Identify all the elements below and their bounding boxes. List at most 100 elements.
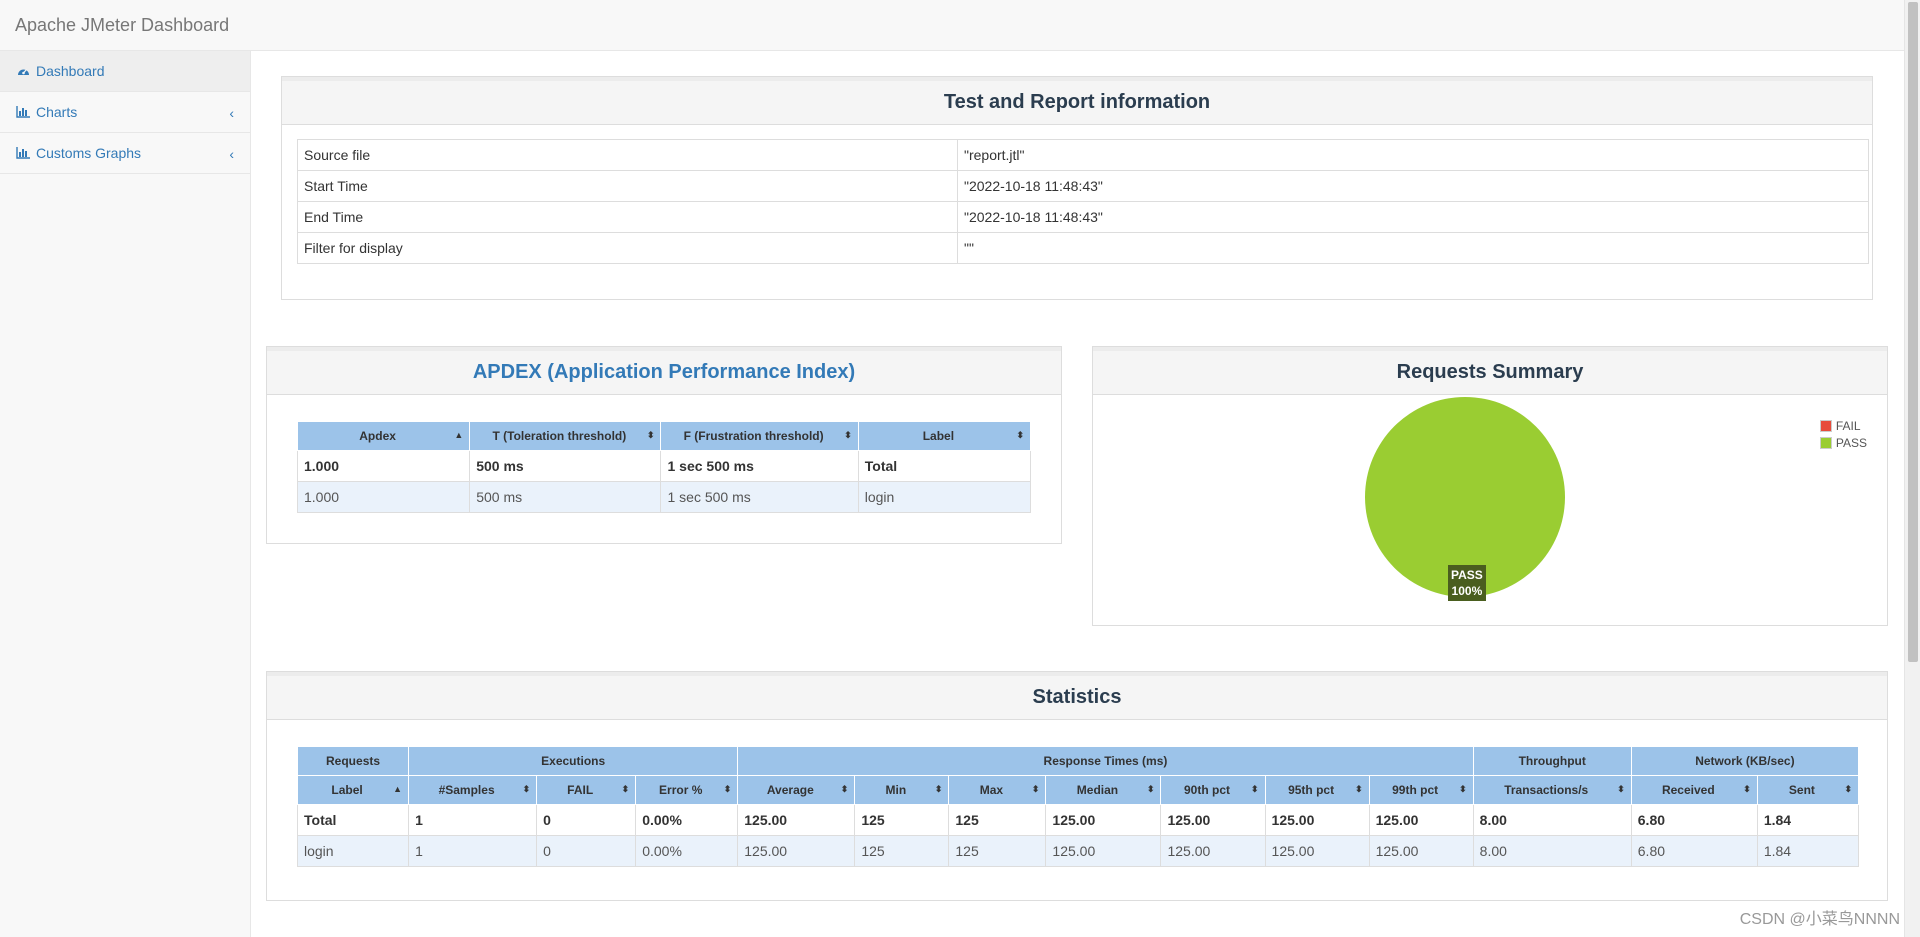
sort-icon[interactable]: ⬍ bbox=[1147, 784, 1155, 795]
sort-icon[interactable]: ⬍ bbox=[1032, 784, 1040, 795]
table-cell: 8.00 bbox=[1472, 804, 1632, 836]
table-cell: 0 bbox=[536, 804, 637, 836]
sort-icon[interactable]: ⬍ bbox=[1251, 784, 1259, 795]
column-header-label: Average bbox=[766, 783, 814, 797]
column-header[interactable]: Apdex ▲ bbox=[296, 421, 471, 451]
sort-icon[interactable]: ⬍ bbox=[1459, 784, 1467, 795]
sidebar-item-customs-graphs[interactable]: Customs Graphs ‹ bbox=[0, 133, 250, 174]
column-header-label: FAIL bbox=[567, 783, 594, 797]
table-row: login 1 0 0.00% 125.00 125 125 125.00 125.00 125.… bbox=[296, 835, 1860, 867]
column-header[interactable]: Median ⬍ bbox=[1045, 775, 1162, 805]
table-row: Total 1 0 0.00% 125.00 125 125 125.00 125.00 125.… bbox=[296, 804, 1860, 836]
sort-asc-icon[interactable]: ▲ bbox=[393, 784, 402, 794]
sort-icon[interactable]: ⬍ bbox=[1617, 784, 1625, 795]
table-cell: 6.80 bbox=[1630, 804, 1758, 836]
column-header-label: Median bbox=[1076, 783, 1119, 797]
table-cell: 1.84 bbox=[1756, 835, 1860, 867]
sort-icon[interactable]: ⬍ bbox=[935, 784, 943, 795]
bar-chart-icon bbox=[16, 146, 30, 160]
column-header-label: Min bbox=[885, 783, 907, 797]
report-info-table: Source file "report.jtl" Start Time "2022-1… bbox=[297, 139, 1869, 264]
panel-title: Requests Summary bbox=[1093, 347, 1887, 395]
column-header[interactable]: 95th pct ⬍ bbox=[1264, 775, 1370, 805]
report-info-panel: Test and Report information Source file "… bbox=[281, 76, 1873, 300]
sort-icon[interactable]: ⬍ bbox=[844, 430, 852, 441]
sort-icon[interactable]: ⬍ bbox=[724, 784, 732, 795]
column-header[interactable]: 99th pct ⬍ bbox=[1368, 775, 1474, 805]
table-cell: 125 bbox=[948, 804, 1047, 836]
table-cell: Total bbox=[857, 450, 1032, 482]
sort-icon[interactable]: ⬍ bbox=[622, 784, 630, 795]
sidebar-item-charts[interactable]: Charts ‹ bbox=[0, 92, 250, 133]
column-header[interactable]: Min ⬍ bbox=[854, 775, 950, 805]
pie-slice-percent: 100% bbox=[1451, 584, 1483, 598]
panel-title: Statistics bbox=[267, 672, 1887, 720]
column-header[interactable]: Received ⬍ bbox=[1630, 775, 1758, 805]
sort-icon[interactable]: ⬍ bbox=[841, 784, 849, 795]
table-row: 1.000 500 ms 1 sec 500 ms login bbox=[296, 481, 1032, 513]
requests-summary-panel: Requests Summary FAIL PASS PASS 100% bbox=[1092, 346, 1888, 626]
info-key: Filter for display bbox=[297, 232, 958, 264]
app-title[interactable]: Apache JMeter Dashboard bbox=[15, 15, 229, 36]
bar-chart-icon bbox=[16, 105, 30, 119]
column-header[interactable]: Error % ⬍ bbox=[635, 775, 739, 805]
table-cell: 1 bbox=[408, 804, 538, 836]
pie-slice-name: PASS bbox=[1451, 568, 1483, 582]
sidebar-item-label: Customs Graphs bbox=[36, 145, 142, 161]
chevron-left-icon[interactable]: ‹ bbox=[229, 146, 234, 162]
sidebar-item-dashboard[interactable]: Dashboard bbox=[0, 51, 250, 92]
sort-icon[interactable]: ⬍ bbox=[523, 784, 531, 795]
scrollbar-thumb[interactable] bbox=[1908, 2, 1918, 662]
column-header-label: 90th pct bbox=[1184, 783, 1231, 797]
chevron-left-icon[interactable]: ‹ bbox=[229, 105, 234, 121]
dashboard-icon bbox=[16, 64, 30, 78]
watermark: CSDN @小菜鸟NNNN bbox=[1739, 911, 1900, 928]
sort-icon[interactable]: ⬍ bbox=[1844, 784, 1852, 795]
sort-asc-icon[interactable]: ▲ bbox=[454, 430, 463, 440]
table-row: End Time "2022-10-18 11:48:43" bbox=[297, 201, 1869, 233]
panel-title: Test and Report information bbox=[282, 77, 1872, 125]
column-header[interactable]: Label ▲ bbox=[296, 775, 410, 805]
table-cell: 125.00 bbox=[737, 804, 856, 836]
apdex-table: Apdex ▲ T (Toleration threshold) ⬍ F (Frustr… bbox=[296, 421, 1032, 513]
sort-icon[interactable]: ⬍ bbox=[1355, 784, 1363, 795]
column-header-label: 95th pct bbox=[1288, 783, 1335, 797]
column-header[interactable]: 90th pct ⬍ bbox=[1160, 775, 1266, 805]
column-header[interactable]: #Samples ⬍ bbox=[408, 775, 538, 805]
column-header-label: Apdex bbox=[359, 429, 396, 443]
column-header-label: T (Toleration threshold) bbox=[492, 429, 627, 443]
table-cell: 125 bbox=[854, 804, 950, 836]
table-row: Start Time "2022-10-18 11:48:43" bbox=[297, 170, 1869, 202]
column-header-label: Error % bbox=[659, 783, 703, 797]
page-scrollbar[interactable] bbox=[1904, 0, 1920, 937]
column-header[interactable]: Transactions/s ⬍ bbox=[1472, 775, 1632, 805]
top-navbar: Apache JMeter Dashboard bbox=[0, 0, 1904, 51]
column-header-label: Label bbox=[922, 429, 955, 443]
column-header[interactable]: Label ⬍ bbox=[857, 421, 1032, 451]
statistics-panel: Statistics Requests Executions Response Ti… bbox=[266, 671, 1888, 901]
table-cell: 1 bbox=[408, 835, 538, 867]
table-cell: 125.00 bbox=[1264, 835, 1370, 867]
sidebar-item-label: Dashboard bbox=[36, 63, 105, 79]
table-cell: 500 ms bbox=[469, 481, 662, 513]
table-cell: 8.00 bbox=[1472, 835, 1632, 867]
sort-icon[interactable]: ⬍ bbox=[1016, 430, 1024, 441]
table-cell: 125.00 bbox=[737, 835, 856, 867]
column-header[interactable]: Average ⬍ bbox=[737, 775, 856, 805]
column-header[interactable]: Max ⬍ bbox=[948, 775, 1047, 805]
info-key: End Time bbox=[297, 201, 958, 233]
pie-chart[interactable] bbox=[1093, 397, 1889, 627]
column-header-label: Label bbox=[331, 783, 363, 797]
table-cell: 6.80 bbox=[1630, 835, 1758, 867]
column-header[interactable]: T (Toleration threshold) ⬍ bbox=[469, 421, 662, 451]
sort-icon[interactable]: ⬍ bbox=[647, 430, 655, 441]
column-header[interactable]: FAIL ⬍ bbox=[536, 775, 637, 805]
table-cell: 1.84 bbox=[1756, 804, 1860, 836]
sort-icon[interactable]: ⬍ bbox=[1743, 784, 1751, 795]
table-cell: 125 bbox=[854, 835, 950, 867]
info-value: "report.jtl" bbox=[957, 139, 1869, 171]
table-cell: 125.00 bbox=[1368, 835, 1474, 867]
column-header[interactable]: Sent ⬍ bbox=[1756, 775, 1860, 805]
column-header[interactable]: F (Frustration threshold) ⬍ bbox=[660, 421, 859, 451]
column-header-label: Max bbox=[979, 783, 1004, 797]
